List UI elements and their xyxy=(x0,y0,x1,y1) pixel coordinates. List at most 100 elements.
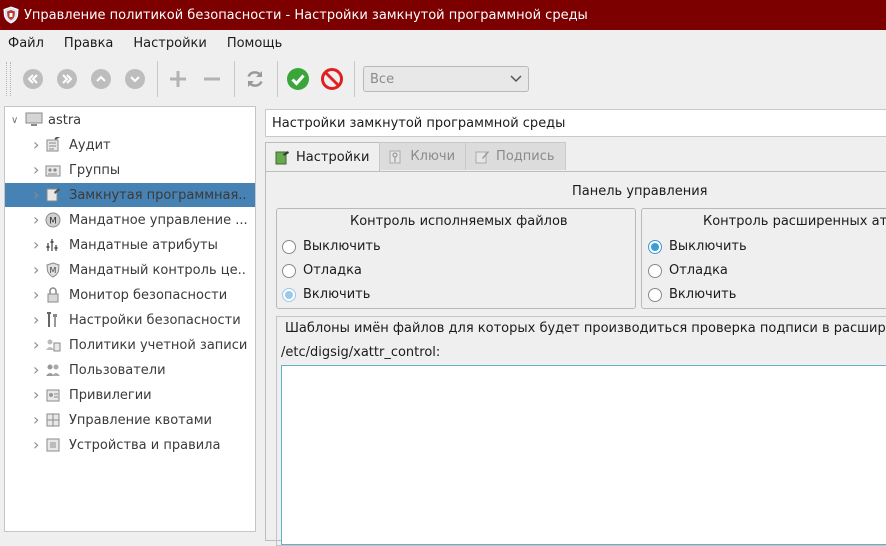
collapse-arrow-icon[interactable]: ∨ xyxy=(11,115,21,126)
tree-item[interactable]: › Управление квотами xyxy=(5,408,255,432)
security-monitor-icon xyxy=(47,287,59,303)
chevron-down-icon xyxy=(510,75,522,83)
refresh-button[interactable] xyxy=(241,65,269,93)
expand-arrow-icon[interactable]: › xyxy=(33,337,41,353)
forbidden-icon xyxy=(321,68,343,90)
tree-item-label: Управление квотами xyxy=(69,412,212,428)
tree-item-label: Аудит xyxy=(69,137,111,153)
xattr-option-on[interactable]: Включить xyxy=(648,287,736,302)
xattr-option-off-label: Выключить xyxy=(669,239,747,254)
last-button[interactable] xyxy=(53,65,81,93)
section-title: Настройки замкнутой программной среды xyxy=(272,115,566,131)
toolbar-separator xyxy=(157,61,158,97)
toolbar: Все xyxy=(0,56,886,102)
templates-textarea[interactable] xyxy=(281,365,886,545)
security-settings-icon xyxy=(47,312,57,327)
tree-item-label: Мандатные атрибуты xyxy=(69,237,218,253)
tree-item-label: Группы xyxy=(69,162,121,178)
title-bar: Управление политикой безопасности - Наст… xyxy=(0,0,886,30)
add-button[interactable] xyxy=(164,65,192,93)
tree-item[interactable]: › Настройки безопасности xyxy=(5,308,255,332)
radio-exec-on[interactable] xyxy=(282,287,296,302)
tree-item[interactable]: › Привилегии xyxy=(5,383,255,407)
tree-item[interactable]: › Мандатные атрибуты xyxy=(5,233,255,257)
tab-bar: Настройки Ключи Подпись xyxy=(265,142,566,172)
up-button[interactable] xyxy=(87,65,115,93)
menu-file[interactable]: Файл xyxy=(0,36,54,51)
expand-arrow-icon[interactable]: › xyxy=(33,387,41,403)
tree-item-label: Мандатное управление ... xyxy=(69,212,247,228)
svg-text:M: M xyxy=(50,266,57,275)
tree-root-label: astra xyxy=(48,112,82,128)
xattr-option-off[interactable]: Выключить xyxy=(648,239,747,254)
expand-arrow-icon[interactable]: › xyxy=(33,187,41,203)
mandatory-attrs-icon xyxy=(46,239,58,251)
exec-option-on[interactable]: Включить xyxy=(282,287,370,302)
expand-arrow-icon[interactable]: › xyxy=(33,287,41,303)
tree-item[interactable]: › M Мандатный контроль це... xyxy=(5,258,255,282)
exec-option-off[interactable]: Выключить xyxy=(282,239,381,254)
integrity-control-icon: M xyxy=(46,262,60,278)
expand-arrow-icon[interactable]: › xyxy=(33,137,41,153)
expand-arrow-icon[interactable]: › xyxy=(33,412,41,428)
radio-xattr-debug[interactable] xyxy=(648,263,662,278)
tree-item[interactable]: › Замкнутая программная... xyxy=(5,183,255,207)
radio-exec-off[interactable] xyxy=(282,239,296,254)
expand-arrow-icon[interactable]: › xyxy=(33,237,41,253)
menu-bar: Файл Правка Настройки Помощь xyxy=(0,30,886,56)
plus-icon xyxy=(170,71,186,87)
templates-path: /etc/digsig/xattr_control: xyxy=(281,345,441,360)
menu-edit[interactable]: Правка xyxy=(56,36,123,51)
radio-xattr-off[interactable] xyxy=(648,239,662,254)
tree-item[interactable]: › Политики учетной записи xyxy=(5,333,255,357)
xattr-option-debug[interactable]: Отладка xyxy=(648,263,728,278)
expand-arrow-icon[interactable]: › xyxy=(33,262,41,278)
menu-help[interactable]: Помощь xyxy=(219,36,292,51)
tree-item[interactable]: › Монитор безопасности xyxy=(5,283,255,307)
radio-xattr-on[interactable] xyxy=(648,287,662,302)
expand-arrow-icon[interactable]: › xyxy=(33,437,41,453)
expand-arrow-icon[interactable]: › xyxy=(33,312,41,328)
check-icon xyxy=(287,68,309,90)
double-left-arrow-icon xyxy=(23,69,43,89)
down-button[interactable] xyxy=(121,65,149,93)
radio-exec-debug[interactable] xyxy=(282,263,296,278)
tree-item[interactable]: › Группы xyxy=(5,158,255,182)
tab-signature[interactable]: Подпись xyxy=(465,142,566,170)
toolbar-separator xyxy=(354,61,355,97)
control-panel-title: Панель управления xyxy=(572,184,708,199)
expand-arrow-icon[interactable]: › xyxy=(33,212,41,228)
tree-item[interactable]: › Аудит xyxy=(5,133,255,157)
window-title: Управление политикой безопасности - Наст… xyxy=(24,7,588,23)
svg-text:M: M xyxy=(49,217,57,227)
tree-item[interactable]: › Устройства и правила xyxy=(5,433,255,457)
menu-settings[interactable]: Настройки xyxy=(125,36,216,51)
privileges-icon xyxy=(46,389,60,402)
xattr-option-debug-label: Отладка xyxy=(669,263,728,278)
first-button[interactable] xyxy=(19,65,47,93)
closed-env-icon xyxy=(46,188,60,202)
tab-keys[interactable]: Ключи xyxy=(379,142,467,170)
tree-item-label: Мандатный контроль це... xyxy=(69,262,247,278)
tree-item[interactable]: › M Мандатное управление ... xyxy=(5,208,255,232)
expand-arrow-icon[interactable]: › xyxy=(33,362,41,378)
audit-icon xyxy=(46,137,61,152)
exec-control-title: Контроль исполняемых файлов xyxy=(350,214,568,229)
exec-option-debug[interactable]: Отладка xyxy=(282,263,362,278)
splitter[interactable] xyxy=(257,106,260,532)
toolbar-grip[interactable] xyxy=(6,62,11,96)
expand-arrow-icon[interactable]: › xyxy=(33,162,41,178)
filter-combo[interactable]: Все xyxy=(363,66,529,92)
tree-item-label: Пользователи xyxy=(69,362,166,378)
remove-button[interactable] xyxy=(198,65,226,93)
cancel-button[interactable] xyxy=(318,65,346,93)
navigation-tree: ∨ astra › Аудит › Группы › Замкнутая программ… xyxy=(4,106,256,532)
section-title-field: Настройки замкнутой программной среды xyxy=(265,109,886,137)
toolbar-separator xyxy=(277,61,278,97)
tree-item-label: Политики учетной записи xyxy=(69,337,247,353)
tree-item[interactable]: › Пользователи xyxy=(5,358,255,382)
apply-button[interactable] xyxy=(284,65,312,93)
refresh-icon xyxy=(247,71,263,87)
tab-settings[interactable]: Настройки xyxy=(265,142,381,172)
exec-option-off-label: Выключить xyxy=(303,239,381,254)
